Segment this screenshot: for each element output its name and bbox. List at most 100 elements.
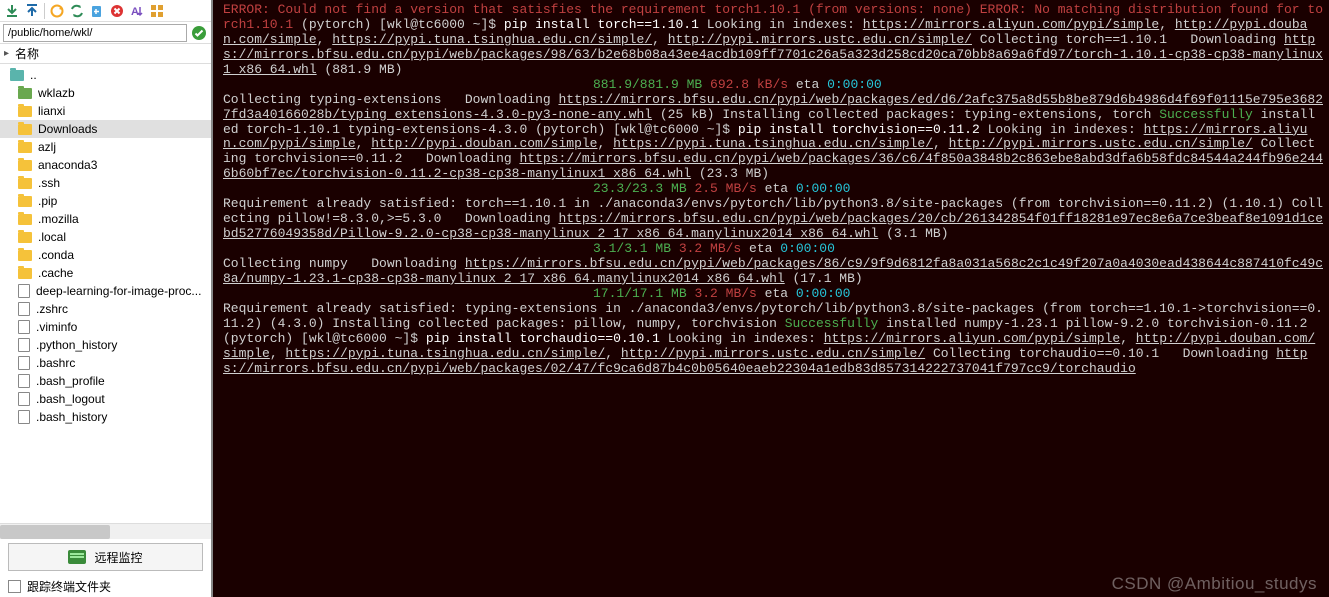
file-panel: A ▸ 名称 ..wklazb lianxi Downloads azlj anacon… [0, 0, 213, 597]
file-item[interactable]: .bash_profile [0, 372, 211, 390]
file-item[interactable]: .conda [0, 246, 211, 264]
file-name: Downloads [38, 122, 97, 136]
cancel-icon[interactable] [108, 2, 126, 20]
file-list[interactable]: ..wklazb lianxi Downloads azlj anaconda3 .ssh… [0, 64, 211, 523]
folder-icon [18, 268, 32, 279]
download-line: Downloading https://mirrors.bfsu.edu.cn/… [223, 256, 1323, 286]
progress-line: 881.9/881.9 MB 692.8 kB/s eta 0:00:00 [223, 78, 1323, 93]
remote-monitor-button[interactable]: 远程监控 [8, 543, 203, 571]
path-bar [0, 22, 211, 44]
file-name: .bashrc [36, 356, 75, 370]
file-name: .bash_history [36, 410, 107, 424]
file-item[interactable]: .cache [0, 264, 211, 282]
file-name: .conda [38, 248, 74, 262]
folder-icon [18, 106, 32, 117]
path-input[interactable] [3, 24, 187, 42]
file-name: anaconda3 [38, 158, 97, 172]
file-item[interactable]: anaconda3 [0, 156, 211, 174]
file-name: wklazb [38, 86, 75, 100]
file-icon [18, 302, 30, 316]
file-name: .bash_logout [36, 392, 105, 406]
grid-view-icon[interactable] [148, 2, 166, 20]
file-name: .cache [38, 266, 73, 280]
installing-line: Installing collected packages: typing-ex… [722, 107, 1151, 122]
file-item[interactable]: azlj [0, 138, 211, 156]
folder-icon [18, 250, 32, 261]
file-item[interactable]: lianxi [0, 102, 211, 120]
folder-icon [10, 70, 24, 81]
file-item[interactable]: .ssh [0, 174, 211, 192]
download-icon[interactable] [3, 2, 21, 20]
file-icon [18, 356, 30, 370]
file-name: .mozilla [38, 212, 79, 226]
file-item[interactable]: .python_history [0, 336, 211, 354]
file-item[interactable]: .mozilla [0, 210, 211, 228]
sort-icon[interactable]: A [128, 2, 146, 20]
collecting-line: Collecting typing-extensions [223, 92, 441, 107]
track-terminal-row[interactable]: 跟踪终端文件夹 [0, 575, 211, 597]
svg-text:A: A [131, 6, 139, 18]
watermark: CSDN @Ambitiou_studys [1112, 574, 1317, 594]
collecting-line: Collecting torchaudio==0.10.1 [933, 346, 1159, 361]
file-item[interactable]: wklazb [0, 84, 211, 102]
folder-icon [18, 124, 32, 135]
scrollbar-thumb[interactable] [0, 525, 110, 539]
file-icon [18, 374, 30, 388]
file-item[interactable]: .bash_history [0, 408, 211, 426]
path-ok-icon[interactable] [190, 24, 208, 42]
folder-icon [18, 196, 32, 207]
error-line: ERROR: Could not find a version that sat… [223, 2, 972, 17]
track-label: 跟踪终端文件夹 [27, 578, 111, 595]
file-icon [18, 410, 30, 424]
file-item[interactable]: .bashrc [0, 354, 211, 372]
remote-monitor-label: 远程监控 [94, 549, 142, 566]
track-checkbox[interactable] [8, 580, 21, 593]
file-name: .bash_profile [36, 374, 105, 388]
file-item[interactable]: .viminfo [0, 318, 211, 336]
prompt-line: (pytorch) [wkl@tc6000 ~]$ pip install to… [223, 331, 660, 346]
file-name: .zshrc [36, 302, 68, 316]
file-name: azlj [38, 140, 56, 154]
file-icon [18, 338, 30, 352]
column-name: 名称 [15, 45, 39, 62]
terminal-output[interactable]: ERROR: Could not find a version that sat… [213, 0, 1329, 597]
file-name: .pip [38, 194, 57, 208]
toolbar-separator [44, 3, 45, 19]
file-name: .. [30, 68, 37, 82]
file-name: .python_history [36, 338, 117, 352]
file-item[interactable]: .. [0, 66, 211, 84]
expand-icon[interactable]: ▸ [4, 48, 9, 59]
prompt-line: (pytorch) [wkl@tc6000 ~]$ pip install to… [301, 17, 699, 32]
file-name: lianxi [38, 104, 65, 118]
file-item[interactable]: .local [0, 228, 211, 246]
upload-icon[interactable] [23, 2, 41, 20]
requirement-line: Requirement already satisfied: torch==1.… [223, 196, 1284, 211]
success-line: Successfully installed numpy-1.23.1 pill… [785, 316, 1308, 331]
folder-icon [18, 142, 32, 153]
file-icon [18, 392, 30, 406]
file-hscrollbar[interactable] [0, 523, 211, 539]
file-icon [18, 320, 30, 334]
file-name: .viminfo [36, 320, 77, 334]
new-file-icon[interactable] [88, 2, 106, 20]
file-item[interactable]: Downloads [0, 120, 211, 138]
file-icon [18, 284, 30, 298]
folder-icon [18, 178, 32, 189]
folder-icon [18, 214, 32, 225]
collecting-line: Collecting torch==1.10.1 [980, 32, 1167, 47]
collecting-line: Collecting numpy [223, 256, 348, 271]
prompt-line: (pytorch) [wkl@tc6000 ~]$ pip install to… [535, 122, 980, 137]
file-name: .ssh [38, 176, 60, 190]
file-toolbar: A [0, 0, 211, 22]
file-item[interactable]: deep-learning-for-image-proc... [0, 282, 211, 300]
file-list-header[interactable]: ▸ 名称 [0, 44, 211, 64]
folder-icon [18, 232, 32, 243]
file-item[interactable]: .zshrc [0, 300, 211, 318]
file-name: deep-learning-for-image-proc... [36, 284, 201, 298]
installing-line: Installing collected packages: pillow, n… [332, 316, 777, 331]
file-item[interactable]: .bash_logout [0, 390, 211, 408]
refresh-arrows-icon[interactable] [68, 2, 86, 20]
file-item[interactable]: .pip [0, 192, 211, 210]
progress-line: 3.1/3.1 MB 3.2 MB/s eta 0:00:00 [223, 242, 1323, 257]
refresh-circle-icon[interactable] [48, 2, 66, 20]
